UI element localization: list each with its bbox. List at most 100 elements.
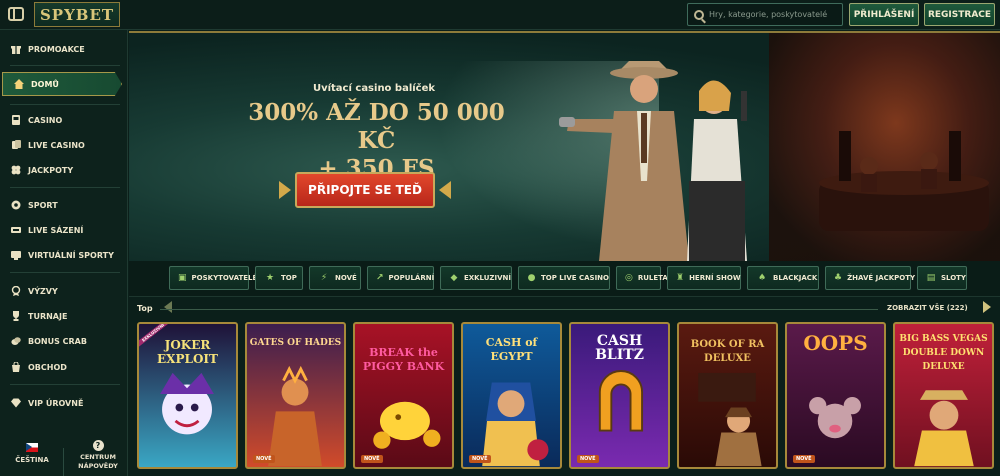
category-blackjack[interactable]: ♠ BLACKJACK bbox=[747, 266, 819, 290]
category-sloty[interactable]: ▤ SLOTY bbox=[917, 266, 967, 290]
search-box[interactable] bbox=[687, 3, 843, 26]
sidebar-toggle-icon[interactable] bbox=[8, 7, 24, 21]
medal-icon bbox=[11, 286, 21, 296]
blackjack-icon: ♠ bbox=[757, 273, 767, 283]
game-tile-joker-exploit[interactable]: JOKER EXPLOIT EXKLUZIVNÍ bbox=[137, 322, 238, 469]
game-tile-break-the-piggy-bank[interactable]: BREAK the PIGGY BANK NOVÉ bbox=[353, 322, 454, 469]
search-icon bbox=[694, 9, 704, 20]
login-button[interactable]: PŘIHLÁŠENÍ bbox=[849, 3, 919, 26]
sidebar-item-live-sazeni[interactable]: LIVE SÁZENÍ bbox=[0, 219, 128, 241]
help-center-link[interactable]: ? CENTRUM NÁPOVĚDY bbox=[76, 440, 120, 471]
category-top[interactable]: ★ TOP bbox=[255, 266, 303, 290]
cta-arrow-left-icon bbox=[279, 181, 291, 199]
app: SPYBET PŘIHLÁŠENÍ REGISTRACE PROMOAKCE D… bbox=[0, 0, 1000, 476]
show-icon: ♜ bbox=[676, 273, 685, 283]
promo-banner[interactable]: Uvítací casino balíček 300% AŽ DO 50 000… bbox=[129, 31, 1000, 261]
sidebar-item-live-casino[interactable]: LIVE CASINO bbox=[0, 134, 128, 156]
game-tile-oops[interactable]: OOPS NOVÉ bbox=[785, 322, 886, 469]
category-label: ŽHAVÉ JACKPOTY bbox=[847, 274, 916, 282]
sidebar-item-label: BONUS CRAB bbox=[28, 336, 87, 346]
category-top-live-casino[interactable]: ● TOP LIVE CASINO bbox=[518, 266, 610, 290]
category-popularni[interactable]: ↗ POPULÁRNÍ bbox=[367, 266, 434, 290]
jackpot-icon: ♣ bbox=[834, 273, 843, 283]
game-tile-cash-of-egypt[interactable]: CASH of EGYPT NOVÉ bbox=[461, 322, 562, 469]
game-title: JOKER EXPLOIT bbox=[157, 338, 218, 366]
sidebar-item-bonus-crab[interactable]: BONUS CRAB bbox=[0, 330, 128, 352]
new-badge: NOVÉ bbox=[577, 455, 599, 463]
clover-icon bbox=[11, 165, 21, 175]
sidebar-item-promoakce[interactable]: PROMOAKCE bbox=[0, 38, 128, 60]
banner-tagline: Uvítací casino balíček bbox=[312, 83, 436, 94]
sidebar-item-jackpoty[interactable]: JACKPOTY bbox=[0, 159, 128, 181]
search-input[interactable] bbox=[709, 5, 842, 24]
sidebar-item-vip-urovne[interactable]: VIP ÚROVNĚ bbox=[0, 392, 128, 414]
category-exkluzivni[interactable]: ◆ EXKLUZIVNÍ bbox=[440, 266, 512, 290]
sidebar-item-domu[interactable]: DOMŮ bbox=[2, 72, 122, 96]
join-now-button[interactable]: PŘIPOJTE SE TEĎ bbox=[295, 172, 435, 208]
category-label: BLACKJACK bbox=[773, 274, 818, 282]
new-badge: NOVÉ bbox=[793, 455, 815, 463]
game-tile-gates-of-hades[interactable]: GATES OF HADES NOVÉ bbox=[245, 322, 346, 469]
sidebar-item-turnaje[interactable]: TURNAJE bbox=[0, 305, 128, 327]
game-tile-cash-blitz[interactable]: CASH BLITZ NOVÉ bbox=[569, 322, 670, 469]
category-label: POPULÁRNÍ bbox=[388, 274, 435, 282]
sidebar-item-casino[interactable]: CASINO bbox=[0, 109, 128, 131]
category-bar: ▣ POSKYTOVATELÉ ★ TOP ⚡ NOVÉ ↗ POPULÁRNÍ ◆ EX… bbox=[129, 261, 1000, 297]
game-tile-big-bass-vegas[interactable]: BIG BASS VEGAS DOUBLE DOWN DELUXE bbox=[893, 322, 994, 469]
banner-headline: 300% AŽ DO 50 000 KČ + 350 FS bbox=[244, 99, 509, 183]
category-label: RULETA bbox=[637, 274, 668, 282]
category-nove[interactable]: ⚡ NOVÉ bbox=[309, 266, 361, 290]
sidebar-item-vyzvy[interactable]: VÝZVY bbox=[0, 280, 128, 302]
gift-icon bbox=[11, 44, 21, 54]
category-zhave-jackpoty[interactable]: ♣ ŽHAVÉ JACKPOTY bbox=[825, 266, 915, 290]
diamond-icon: ◆ bbox=[450, 273, 458, 283]
category-poskytovatele[interactable]: ▣ POSKYTOVATELÉ bbox=[169, 266, 257, 290]
casino-table-illustration bbox=[819, 131, 989, 231]
category-herni-show[interactable]: ♜ HERNÍ SHOW bbox=[667, 266, 741, 290]
trophy-icon bbox=[11, 311, 21, 321]
shop-icon bbox=[11, 362, 21, 372]
section-divider bbox=[160, 309, 878, 310]
sidebar-item-label: JACKPOTY bbox=[28, 165, 74, 175]
sidebar-item-label: VIRTUÁLNÍ SPORTY bbox=[28, 250, 114, 260]
sidebar-item-obchod[interactable]: OBCHOD bbox=[0, 356, 128, 378]
scroll-right-icon[interactable] bbox=[983, 301, 991, 313]
new-icon: ⚡ bbox=[320, 273, 328, 283]
category-label: HERNÍ SHOW bbox=[689, 274, 741, 282]
divider bbox=[10, 384, 120, 385]
category-label: TOP bbox=[281, 274, 297, 282]
popular-icon: ↗ bbox=[376, 273, 384, 283]
category-label: EXKLUZIVNÍ bbox=[463, 274, 511, 282]
slots-icon: ▤ bbox=[926, 273, 936, 283]
category-ruleta[interactable]: ◎ RULETA bbox=[616, 266, 668, 290]
register-button[interactable]: REGISTRACE bbox=[924, 3, 995, 26]
live-icon bbox=[11, 225, 21, 235]
logo[interactable]: SPYBET bbox=[34, 2, 120, 27]
game-title: BIG BASS VEGAS DOUBLE DOWN DELUXE bbox=[899, 334, 988, 372]
language-selector[interactable]: ČEŠTINA bbox=[12, 443, 52, 464]
game-title: BOOK OF RA DELUXE bbox=[690, 339, 765, 364]
slot-icon bbox=[11, 115, 21, 125]
sidebar-item-label: PROMOAKCE bbox=[28, 44, 85, 54]
scroll-left-icon[interactable] bbox=[164, 301, 172, 313]
roulette-icon: ◎ bbox=[625, 273, 633, 283]
sidebar-item-label: TURNAJE bbox=[28, 311, 68, 321]
new-badge: NOVÉ bbox=[253, 455, 275, 463]
category-label: TOP LIVE CASINO bbox=[540, 274, 609, 282]
game-tile-book-of-ra-deluxe[interactable]: BOOK OF RA DELUXE bbox=[677, 322, 778, 469]
sidebar-item-label: VIP ÚROVNĚ bbox=[28, 398, 84, 408]
top-bar: SPYBET PŘIHLÁŠENÍ REGISTRACE bbox=[0, 0, 1000, 30]
divider bbox=[10, 187, 120, 188]
game-title: BREAK the PIGGY BANK bbox=[362, 346, 445, 373]
football-icon bbox=[11, 200, 21, 210]
sidebar-item-label: DOMŮ bbox=[31, 79, 59, 89]
category-label: POSKYTOVATELÉ bbox=[191, 274, 258, 282]
divider bbox=[10, 104, 120, 105]
sidebar-item-sport[interactable]: SPORT bbox=[0, 194, 128, 216]
virtual-icon bbox=[11, 250, 21, 260]
detectives-illustration bbox=[559, 61, 747, 261]
sidebar-item-virtualni-sporty[interactable]: VIRTUÁLNÍ SPORTY bbox=[0, 244, 128, 266]
sidebar-item-label: VÝZVY bbox=[28, 286, 58, 296]
czech-flag-icon bbox=[26, 443, 38, 452]
show-all-link[interactable]: ZOBRAZIT VŠE (222) bbox=[887, 304, 968, 312]
